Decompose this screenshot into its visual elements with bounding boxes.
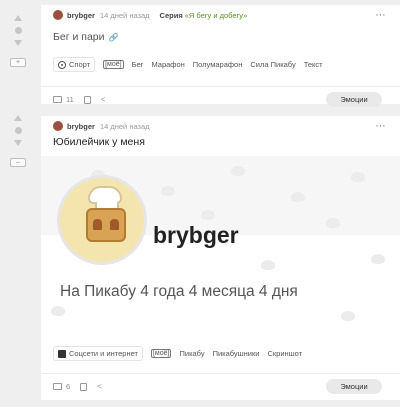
upvote-icon[interactable] — [14, 15, 22, 21]
collapse-toggle-button[interactable]: + — [10, 58, 26, 67]
profile-name: brybger — [153, 222, 239, 248]
vote-rail-1: + — [0, 15, 36, 67]
vote-rail-2: – — [0, 115, 36, 167]
emotions-button[interactable]: Эмоции — [326, 379, 382, 394]
chef-hat-icon — [88, 186, 122, 210]
save-icon[interactable] — [83, 95, 91, 104]
rating-dot-icon — [14, 27, 22, 34]
series-label: Серия — [159, 10, 183, 20]
share-icon[interactable]: < — [101, 95, 106, 104]
pattern-shape — [351, 172, 365, 182]
rating-dot-icon — [14, 127, 22, 134]
tag-item[interactable]: Скриншот — [267, 349, 302, 358]
more-options-icon[interactable]: ⋯ — [376, 10, 387, 21]
pattern-shape — [51, 306, 65, 316]
post-actions: 6 < Эмоции — [41, 374, 400, 399]
soccer-ball-icon — [58, 60, 66, 69]
category-tag-sport[interactable]: Спорт — [53, 57, 96, 72]
post-card-2: brybger 14 дней назад ⋯ Юбилейчик у меня… — [41, 116, 400, 400]
window-shape — [110, 219, 119, 230]
upvote-icon[interactable] — [14, 115, 22, 121]
post-title-text[interactable]: Бег и пари — [53, 31, 105, 43]
tag-item[interactable]: Пикабу — [179, 349, 204, 358]
pattern-shape — [371, 254, 385, 264]
category-label: Спорт — [69, 60, 91, 69]
social-network-icon — [58, 349, 66, 358]
post-time: 14 дней назад — [99, 121, 150, 131]
comment-icon[interactable] — [53, 383, 62, 390]
more-options-icon[interactable]: ⋯ — [376, 121, 387, 132]
collapse-toggle-button[interactable]: – — [10, 158, 26, 167]
author-avatar[interactable] — [53, 121, 63, 131]
tag-mine[interactable]: [моё] — [150, 349, 172, 358]
emotions-button[interactable]: Эмоции — [326, 92, 382, 107]
profile-tenure: На Пикабу 4 года 4 месяца 4 дня — [60, 283, 298, 300]
share-icon[interactable]: < — [97, 382, 102, 391]
tag-item[interactable]: Сила Пикабу — [250, 60, 295, 69]
author-avatar[interactable] — [53, 10, 63, 20]
tag-item[interactable]: Текст — [304, 60, 323, 69]
tag-list: Соцсети и интернет [моё] Пикабу Пикабушн… — [41, 346, 400, 361]
author-name[interactable]: brybger — [67, 122, 95, 131]
pattern-shape — [291, 192, 305, 202]
post-actions: 11 < Эмоции — [41, 87, 400, 112]
house-icon — [86, 208, 126, 242]
downvote-icon[interactable] — [14, 140, 22, 146]
pattern-shape — [326, 218, 340, 228]
profile-avatar-image — [57, 175, 147, 265]
post-header: brybger 14 дней назад ⋯ — [41, 116, 400, 136]
post-title[interactable]: Бег и пари 🔗 — [41, 31, 400, 43]
comment-icon[interactable] — [53, 96, 62, 103]
tag-item[interactable]: Пикабушники — [213, 349, 260, 358]
post-card-1: brybger 14 дней назад Серия «Я бегу и до… — [41, 5, 400, 107]
pattern-shape — [341, 311, 355, 321]
post-title[interactable]: Юбилейчик у меня — [41, 136, 400, 148]
pattern-shape — [161, 186, 175, 196]
tag-mine[interactable]: [моё] — [103, 60, 124, 69]
post-header: brybger 14 дней назад Серия «Я бегу и до… — [41, 5, 400, 25]
save-icon[interactable] — [80, 382, 88, 391]
pattern-shape — [261, 260, 275, 270]
post-image: brybger На Пикабу 4 года 4 месяца 4 дня — [41, 156, 400, 332]
tag-item[interactable]: Полумарафон — [193, 60, 243, 69]
downvote-icon[interactable] — [14, 40, 22, 46]
comment-count[interactable]: 6 — [66, 382, 70, 391]
series-link[interactable]: «Я бегу и добегу» — [185, 11, 248, 20]
tag-item[interactable]: Марафон — [151, 60, 184, 69]
pattern-shape — [201, 210, 215, 220]
link-icon[interactable]: 🔗 — [109, 33, 119, 42]
tag-list: Спорт [моё] Бег Марафон Полумарафон Сила… — [41, 57, 400, 72]
post-time: 14 дней назад — [99, 10, 150, 20]
window-shape — [93, 219, 102, 230]
tag-item[interactable]: Бег — [132, 60, 144, 69]
category-label: Соцсети и интернет — [69, 349, 138, 358]
pattern-shape — [231, 166, 245, 176]
author-name[interactable]: brybger — [67, 11, 95, 20]
category-tag-social[interactable]: Соцсети и интернет — [53, 346, 143, 361]
comment-count[interactable]: 11 — [66, 95, 74, 104]
